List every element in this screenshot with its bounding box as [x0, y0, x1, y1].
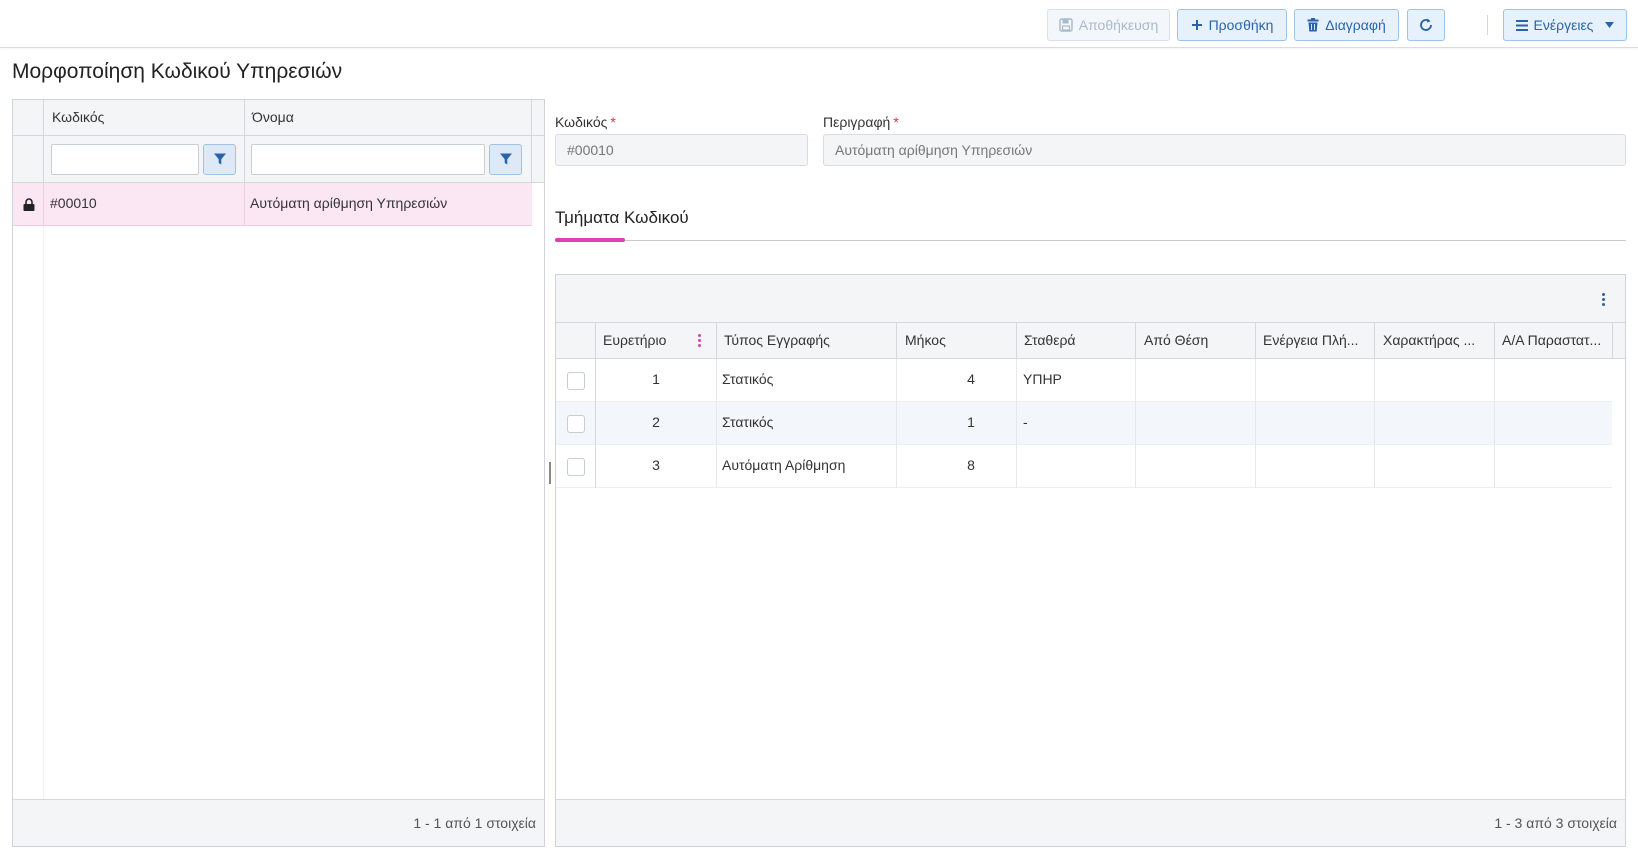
- table-row[interactable]: 3 Αυτόματη Αρίθμηση 8: [556, 445, 1612, 488]
- cell-index: 1: [652, 371, 660, 387]
- column-header-code[interactable]: Κωδικός: [52, 109, 104, 125]
- code-field[interactable]: #00010: [555, 134, 808, 166]
- toolbar-separator: [1487, 15, 1488, 35]
- records-grid: Κωδικός Όνομα #00010 Αυτόματη αρίθμηση Υ…: [12, 99, 545, 847]
- row-checkbox[interactable]: [567, 458, 585, 476]
- pager-info: 1 - 1 από 1 στοιχεία: [413, 815, 536, 831]
- column-header-type[interactable]: Τύπος Εγγραφής: [724, 332, 830, 348]
- column-header-character[interactable]: Χαρακτήρας ...: [1383, 332, 1475, 348]
- code-label: Κωδικός *: [555, 114, 616, 130]
- name-filter-input[interactable]: [251, 144, 485, 175]
- column-header-name[interactable]: Όνομα: [252, 109, 294, 125]
- actions-button[interactable]: Ενέργειες: [1503, 9, 1627, 41]
- delete-label: Διαγραφή: [1325, 17, 1386, 33]
- menu-icon: [1515, 19, 1528, 31]
- plus-icon: [1191, 19, 1203, 31]
- column-header-document-sequence[interactable]: Α/Α Παραστατ...: [1502, 332, 1601, 348]
- active-tab-indicator: [555, 238, 625, 242]
- filter-icon: [499, 152, 512, 168]
- add-label: Προσθήκη: [1208, 17, 1274, 33]
- row-checkbox[interactable]: [567, 415, 585, 433]
- splitter-handle[interactable]: [549, 462, 551, 484]
- cell-constant: -: [1023, 414, 1028, 430]
- actions-label: Ενέργειες: [1533, 17, 1594, 33]
- description-field[interactable]: Αυτόματη αρίθμηση Υπηρεσιών: [823, 134, 1626, 166]
- segments-grid: Ευρετήριο Τύπος Εγγραφής Μήκος Σταθερά Α…: [555, 274, 1626, 847]
- filter-icon: [213, 152, 226, 168]
- cell-length: 1: [967, 414, 975, 430]
- cell-index: 2: [652, 414, 660, 430]
- refresh-button[interactable]: [1407, 9, 1445, 41]
- code-filter-button[interactable]: [203, 144, 236, 175]
- table-row[interactable]: #00010 Αυτόματη αρίθμηση Υπηρεσιών: [13, 183, 532, 226]
- table-row[interactable]: 1 Στατικός 4 ΥΠΗΡ: [556, 359, 1612, 402]
- column-header-constant[interactable]: Σταθερά: [1024, 332, 1076, 348]
- cell-length: 4: [967, 371, 975, 387]
- lock-icon: [23, 198, 35, 214]
- tab-divider: [555, 240, 1626, 241]
- cell-type: Αυτόματη Αρίθμηση: [722, 457, 846, 473]
- cell-constant: ΥΠΗΡ: [1023, 371, 1062, 387]
- caret-down-icon: [1605, 22, 1615, 28]
- save-icon: [1059, 18, 1073, 32]
- toolbar: Αποθήκευση Προσθήκη Διαγραφή Ενέργειες: [0, 0, 1638, 48]
- pager-info: 1 - 3 από 3 στοιχεία: [1494, 815, 1617, 831]
- delete-button[interactable]: Διαγραφή: [1294, 9, 1399, 41]
- column-header-from-position[interactable]: Από Θέση: [1144, 332, 1208, 348]
- trash-icon: [1307, 18, 1319, 32]
- save-label: Αποθήκευση: [1078, 17, 1159, 33]
- grid-pager: 1 - 3 από 3 στοιχεία: [556, 799, 1625, 846]
- column-header-fill-action[interactable]: Ενέργεια Πλή...: [1263, 332, 1358, 348]
- column-header-index[interactable]: Ευρετήριο: [603, 332, 666, 348]
- cell-type: Στατικός: [722, 414, 774, 430]
- description-label: Περιγραφή *: [823, 114, 899, 130]
- grid-header: Ευρετήριο Τύπος Εγγραφής Μήκος Σταθερά Α…: [556, 323, 1625, 359]
- save-button[interactable]: Αποθήκευση: [1047, 9, 1170, 41]
- page-title: Μορφοποίηση Κωδικού Υπηρεσιών: [12, 60, 343, 83]
- cell-code: #00010: [50, 195, 97, 211]
- code-filter-input[interactable]: [51, 144, 199, 175]
- column-menu-kebab-icon[interactable]: [698, 334, 701, 347]
- table-row[interactable]: 2 Στατικός 1 -: [556, 402, 1612, 445]
- row-checkbox[interactable]: [567, 372, 585, 390]
- refresh-icon: [1418, 17, 1434, 33]
- cell-type: Στατικός: [722, 371, 774, 387]
- cell-length: 8: [967, 457, 975, 473]
- name-filter-button[interactable]: [489, 144, 522, 175]
- cell-name: Αυτόματη αρίθμηση Υπηρεσιών: [250, 195, 448, 211]
- grid-toolbar: [556, 275, 1625, 323]
- grid-header: Κωδικός Όνομα: [13, 100, 544, 136]
- grid-options-kebab-icon[interactable]: [1602, 293, 1605, 306]
- grid-pager: 1 - 1 από 1 στοιχεία: [13, 799, 544, 846]
- cell-index: 3: [652, 457, 660, 473]
- tab-code-segments[interactable]: Τμήματα Κωδικού: [555, 208, 689, 228]
- column-header-length[interactable]: Μήκος: [905, 332, 946, 348]
- filter-row: [13, 136, 544, 183]
- add-button[interactable]: Προσθήκη: [1177, 9, 1287, 41]
